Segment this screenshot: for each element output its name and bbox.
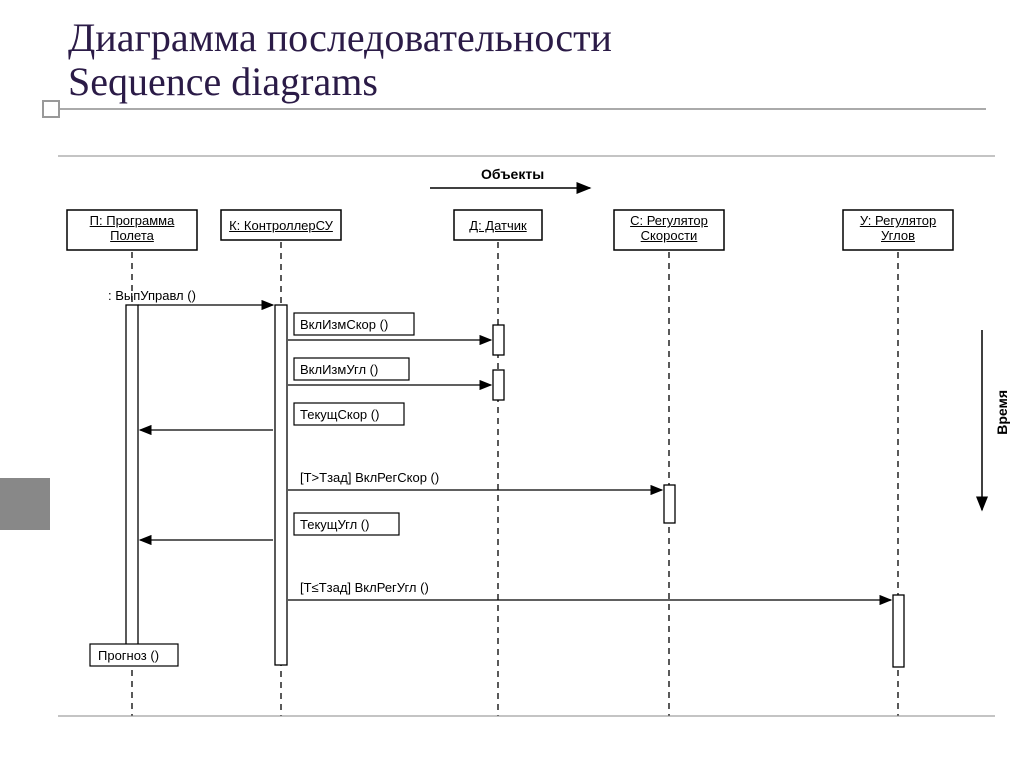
activation-k	[275, 305, 287, 665]
msg-5-label: ТекущУгл ()	[300, 517, 369, 532]
slide: Диаграмма последовательности Sequence di…	[0, 0, 1024, 767]
activation-d1	[493, 325, 504, 355]
head-u-text: У: Регулятор Углов	[843, 213, 953, 243]
msg-7-label: Прогноз ()	[98, 648, 159, 663]
head-d-text: Д: Датчик	[454, 218, 542, 233]
msg-2-label: ВклИзмУгл ()	[300, 362, 378, 377]
time-label: Время	[994, 390, 1010, 435]
msg-6-label: [T≤Tзад] ВклРегУгл ()	[300, 580, 429, 595]
msg-0-label: : ВыпУправл ()	[108, 288, 196, 303]
activation-c	[664, 485, 675, 523]
msg-1-label: ВклИзмСкор ()	[300, 317, 388, 332]
activation-d2	[493, 370, 504, 400]
msg-4-label: [T>Tзад] ВклРегСкор ()	[300, 470, 439, 485]
msg-3-label: ТекущСкор ()	[300, 407, 379, 422]
head-k-text: К: КонтроллерСУ	[221, 218, 341, 233]
head-p-text: П: Программа Полета	[67, 213, 197, 243]
head-c-text: С: Регулятор Скорости	[614, 213, 724, 243]
activation-u	[893, 595, 904, 667]
activation-p	[126, 305, 138, 665]
